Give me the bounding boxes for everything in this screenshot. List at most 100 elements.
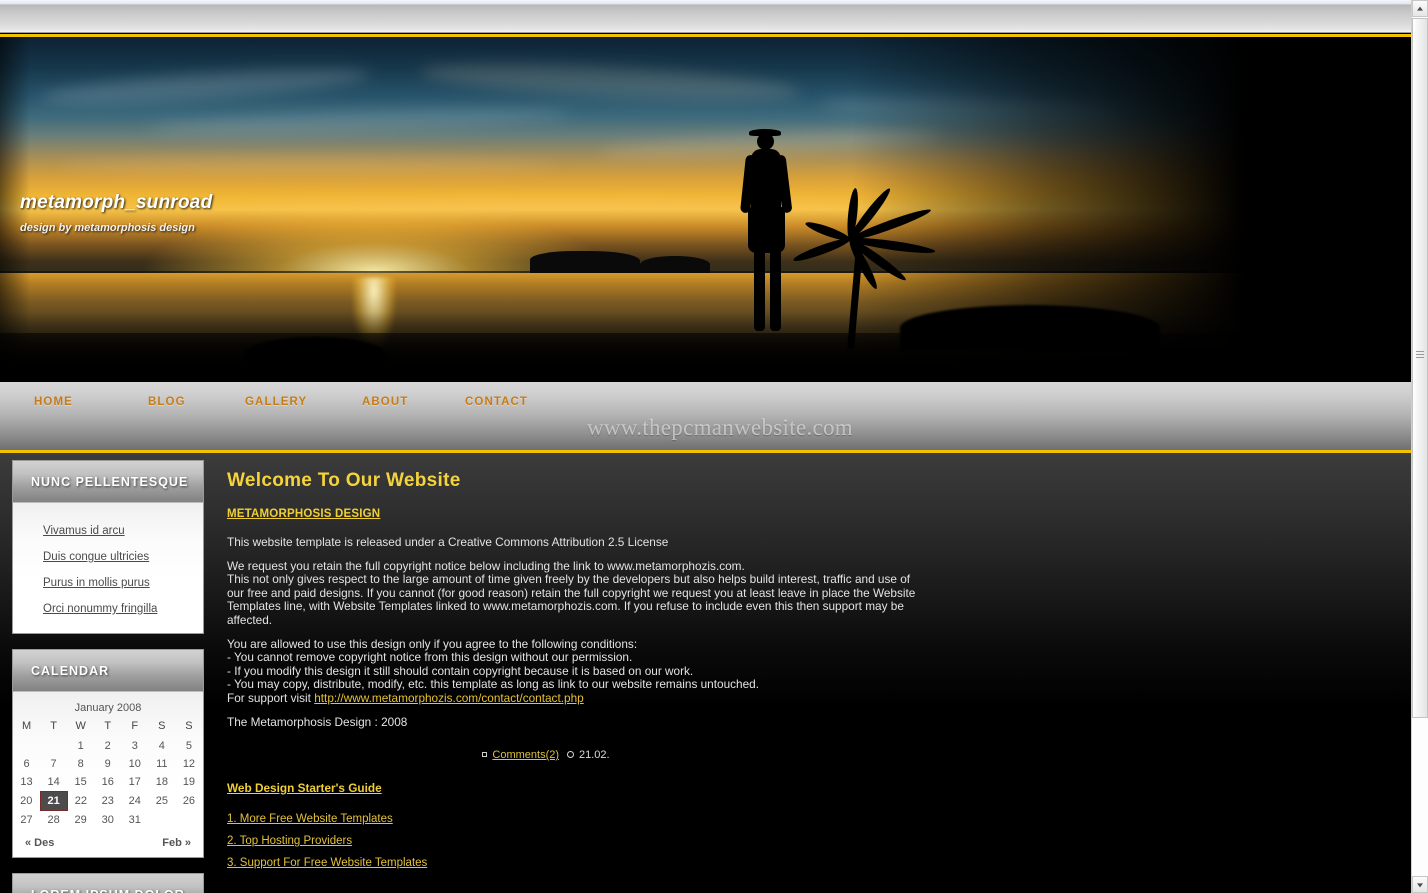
rock-silhouette: [640, 256, 710, 273]
sidebar-widget-lorem-ipsum-dolor: LOREM IPSUM DOLOR: [12, 873, 204, 893]
calendar-next-month[interactable]: Feb »: [162, 837, 191, 849]
paragraph-conditions-intro: You are allowed to use this design only …: [227, 636, 638, 651]
sidebar-link-list: Vivamus id arcu Duis congue ultricies Pu…: [13, 517, 203, 621]
nav-item-blog[interactable]: BLOG: [148, 396, 186, 408]
post-title-text: METAMORPHOSIS DESIGN: [227, 508, 381, 520]
guide-link-top-hosting[interactable]: 2. Top Hosting Providers: [227, 835, 352, 847]
calendar-day[interactable]: 18: [148, 773, 175, 792]
paragraph-support: For support visit http://www.metamorphoz…: [227, 690, 917, 706]
calendar-day[interactable]: 6: [13, 755, 40, 773]
calendar-day[interactable]: 25: [148, 792, 175, 811]
paragraph-condition-1: - You cannot remove copyright notice fro…: [227, 650, 633, 665]
calendar-day[interactable]: 2: [94, 737, 121, 755]
nav-item-about[interactable]: ABOUT: [362, 396, 408, 408]
sidebar-link-orci[interactable]: Orci nonummy fringilla: [43, 603, 157, 615]
content-area: NUNC PELLENTESQUE Vivamus id arcu Duis c…: [0, 453, 1411, 893]
page-title: Welcome To Our Website: [227, 470, 461, 491]
browser-toolbar: [0, 0, 1411, 33]
guide-title-text: Web Design Starter's Guide: [227, 781, 382, 796]
calendar-week-row: 20 21 22 23 24 25 26: [13, 791, 203, 811]
vertical-scrollbar[interactable]: [1411, 0, 1428, 893]
widget-title: NUNC PELLENTESQUE: [13, 461, 203, 503]
weekday-m: M: [21, 720, 32, 732]
guide-title[interactable]: Web Design Starter's Guide: [227, 781, 917, 795]
sidebar-link-vivamus[interactable]: Vivamus id arcu: [43, 525, 125, 537]
weekday-f: F: [131, 720, 139, 732]
widget-title: CALENDAR: [13, 650, 203, 692]
calendar-day[interactable]: 1: [67, 737, 94, 755]
sidebar-widget-calendar: CALENDAR January 2008 M T W T F S S 1 2 …: [12, 649, 204, 858]
site-title: metamorph_sunroad: [20, 192, 213, 213]
cloud-decoration: [60, 157, 560, 175]
calendar-day[interactable]: 26: [175, 792, 202, 811]
calendar-day[interactable]: 3: [121, 737, 148, 755]
calendar-prev-month[interactable]: « Des: [25, 837, 54, 849]
calendar-day[interactable]: 10: [121, 755, 148, 773]
chevron-down-icon: [1417, 882, 1423, 887]
guide-link-support[interactable]: 3. Support For Free Website Templates: [227, 857, 427, 869]
chevron-up-icon: [1417, 6, 1423, 11]
weekday-t1: T: [50, 720, 57, 732]
calendar-weekday-row: M T W T F S S: [13, 718, 203, 737]
main-navigation-bar: HOME BLOG GALLERY ABOUT CONTACT www.thep…: [0, 382, 1411, 453]
widget-body: January 2008 M T W T F S S 1 2 3 4 5 6 7…: [13, 692, 203, 857]
paragraph-condition-3: - You may copy, distribute, modify, etc.…: [227, 677, 760, 692]
calendar-day-today[interactable]: 21: [39, 791, 68, 811]
nav-item-home[interactable]: HOME: [34, 396, 73, 408]
calendar-day[interactable]: 13: [13, 773, 40, 792]
calendar-day[interactable]: 27: [13, 811, 40, 830]
scrollbar-thumb[interactable]: [1412, 18, 1428, 718]
weekday-s2: S: [185, 720, 193, 732]
calendar-day[interactable]: 9: [94, 755, 121, 773]
scroll-down-button[interactable]: [1412, 876, 1428, 893]
site-logo[interactable]: metamorph_sunroad design by metamorphosi…: [20, 192, 212, 234]
sidebar-link-duis[interactable]: Duis congue ultricies: [43, 551, 149, 563]
hero-banner: metamorph_sunroad design by metamorphosi…: [0, 34, 1411, 382]
calendar-day[interactable]: 23: [94, 792, 121, 811]
calendar-week-row: 1 2 3 4 5: [13, 737, 203, 755]
rock-silhouette: [530, 251, 640, 273]
calendar-day[interactable]: 14: [40, 773, 67, 792]
support-link[interactable]: http://www.metamorphozis.com/contact/con…: [314, 691, 584, 705]
guide-link-more-templates[interactable]: 1. More Free Website Templates: [227, 813, 393, 825]
calendar-day[interactable]: 11: [148, 755, 175, 773]
calendar-week-row: 27 28 29 30 31: [13, 811, 203, 830]
site-tagline: design by metamorphosis design: [20, 222, 195, 234]
clock-icon: [567, 751, 575, 759]
guide-link-list: 1. More Free Website Templates 2. Top Ho…: [227, 809, 917, 871]
calendar-day: [13, 737, 40, 755]
list-item: 2. Top Hosting Providers: [227, 831, 917, 849]
calendar-day[interactable]: 29: [67, 811, 94, 830]
sidebar-link-purus[interactable]: Purus in mollis purus: [43, 577, 150, 589]
toolbar-highlight: [0, 0, 1411, 4]
calendar-day[interactable]: 16: [94, 773, 121, 792]
calendar-day[interactable]: 31: [121, 811, 148, 830]
calendar-day[interactable]: 17: [121, 773, 148, 792]
paragraph-license: This website template is released under …: [227, 535, 669, 549]
calendar-day[interactable]: 15: [67, 773, 94, 792]
post-meta: Comments(2) 21.02.: [227, 739, 917, 761]
calendar-caption: January 2008: [74, 702, 142, 714]
calendar-day[interactable]: 19: [175, 773, 202, 792]
sidebar: NUNC PELLENTESQUE Vivamus id arcu Duis c…: [12, 460, 204, 893]
weekday-w: W: [75, 720, 86, 732]
calendar-day[interactable]: 22: [67, 792, 94, 811]
comments-link[interactable]: Comments(2): [492, 749, 559, 761]
paragraph-signature: The Metamorphosis Design : 2008: [227, 714, 408, 729]
calendar-day[interactable]: 8: [67, 755, 94, 773]
calendar-day[interactable]: 5: [175, 737, 202, 755]
calendar-day[interactable]: 12: [175, 755, 202, 773]
support-prefix-text: For support visit: [227, 690, 315, 705]
calendar-day[interactable]: 24: [121, 792, 148, 811]
weekday-t2: T: [104, 720, 112, 732]
nav-item-contact[interactable]: CONTACT: [465, 396, 528, 408]
scroll-up-button[interactable]: [1412, 0, 1428, 17]
calendar-day[interactable]: 7: [40, 755, 67, 773]
calendar-day[interactable]: 30: [94, 811, 121, 830]
calendar-day[interactable]: 20: [13, 792, 40, 811]
comment-bullet-icon: [482, 752, 488, 758]
post-title[interactable]: METAMORPHOSIS DESIGN: [227, 508, 917, 520]
calendar-day[interactable]: 4: [148, 737, 175, 755]
nav-item-gallery[interactable]: GALLERY: [245, 396, 307, 408]
calendar-day[interactable]: 28: [40, 811, 67, 830]
